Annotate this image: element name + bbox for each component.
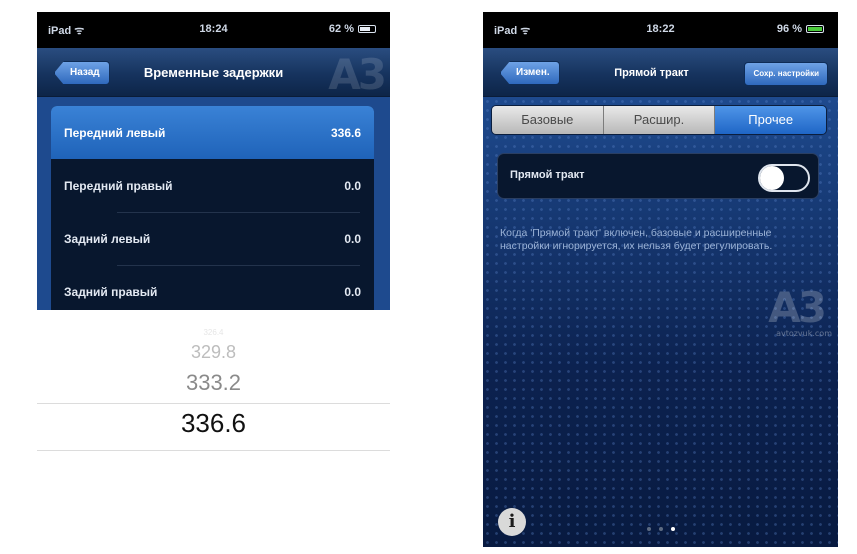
list-item-label: Передний левый: [64, 125, 166, 140]
battery-icon: [806, 25, 824, 33]
battery-percent: 62 %: [328, 23, 354, 35]
direct-path-description: Когда 'Прямой тракт' включен, базовые и …: [500, 227, 773, 252]
page-indicator: [483, 527, 838, 531]
settings-panel: Базовые Расшир. Прочее Прямой тракт Когд…: [483, 97, 838, 547]
direct-path-screen: iPad ᯤ 18:22 96 % Измен. Прямой тракт Со…: [483, 12, 838, 547]
watermark-logo: A3: [768, 283, 827, 332]
battery-status: 62 %: [329, 23, 376, 35]
battery-percent: 96 %: [776, 23, 802, 35]
direct-path-label: Прямой тракт: [510, 169, 585, 181]
picker-selection-bottom-line: [37, 450, 390, 451]
picker-option[interactable]: 329.8: [37, 342, 390, 363]
list-item-value: 0.0: [344, 284, 361, 299]
list-item-value: 0.0: [344, 178, 361, 193]
list-item-value: 336.6: [330, 125, 361, 140]
direct-path-toggle[interactable]: [758, 164, 810, 192]
delay-list-area: Передний левый 336.6 Передний правый 0.0…: [37, 97, 390, 310]
value-picker[interactable]: 326.4 329.8 333.2 336.6: [37, 310, 390, 547]
settings-tabs: Базовые Расшир. Прочее: [491, 105, 827, 135]
picker-option[interactable]: 333.2: [37, 370, 390, 396]
page-dot[interactable]: [658, 527, 663, 531]
battery-icon: [358, 25, 376, 33]
delay-settings-screen: iPad ᯤ 18:24 62 % Назад Временные задерж…: [37, 12, 390, 547]
save-settings-button[interactable]: Сохр. настройки: [744, 62, 828, 86]
page-dot[interactable]: [646, 527, 651, 531]
navigation-bar: Назад Временные задержки A3: [37, 48, 390, 99]
list-item-rear-right[interactable]: Задний правый 0.0: [51, 265, 374, 310]
status-bar: iPad ᯤ 18:24 62 %: [37, 12, 390, 48]
page-dot-current[interactable]: [670, 527, 675, 531]
toggle-knob: [760, 166, 784, 190]
picker-option[interactable]: 326.4: [37, 328, 390, 337]
battery-status: 96 %: [777, 23, 824, 35]
status-bar: iPad ᯤ 18:22 96 %: [483, 12, 838, 48]
list-item-label: Задний левый: [64, 231, 151, 246]
delay-list: Передний левый 336.6 Передний правый 0.0…: [51, 106, 374, 310]
tab-basic[interactable]: Базовые: [492, 106, 604, 134]
navigation-bar: Измен. Прямой тракт Сохр. настройки: [483, 48, 838, 97]
list-item-label: Задний правый: [64, 284, 158, 299]
list-item-label: Передний правый: [64, 178, 173, 193]
list-item-front-right[interactable]: Передний правый 0.0: [51, 159, 374, 212]
picker-selected-option[interactable]: 336.6: [37, 408, 390, 439]
tab-other[interactable]: Прочее: [715, 106, 826, 134]
list-item-front-left[interactable]: Передний левый 336.6: [51, 106, 374, 159]
tab-advanced[interactable]: Расшир.: [603, 106, 716, 134]
page-title: Временные задержки: [143, 65, 284, 80]
watermark-site: avtozvuk.com: [776, 329, 832, 338]
list-item-rear-left[interactable]: Задний левый 0.0: [51, 212, 374, 265]
picker-selection-top-line: [37, 403, 390, 404]
list-item-value: 0.0: [344, 231, 361, 246]
direct-path-setting: Прямой тракт: [497, 153, 819, 199]
info-icon[interactable]: i: [498, 508, 526, 536]
